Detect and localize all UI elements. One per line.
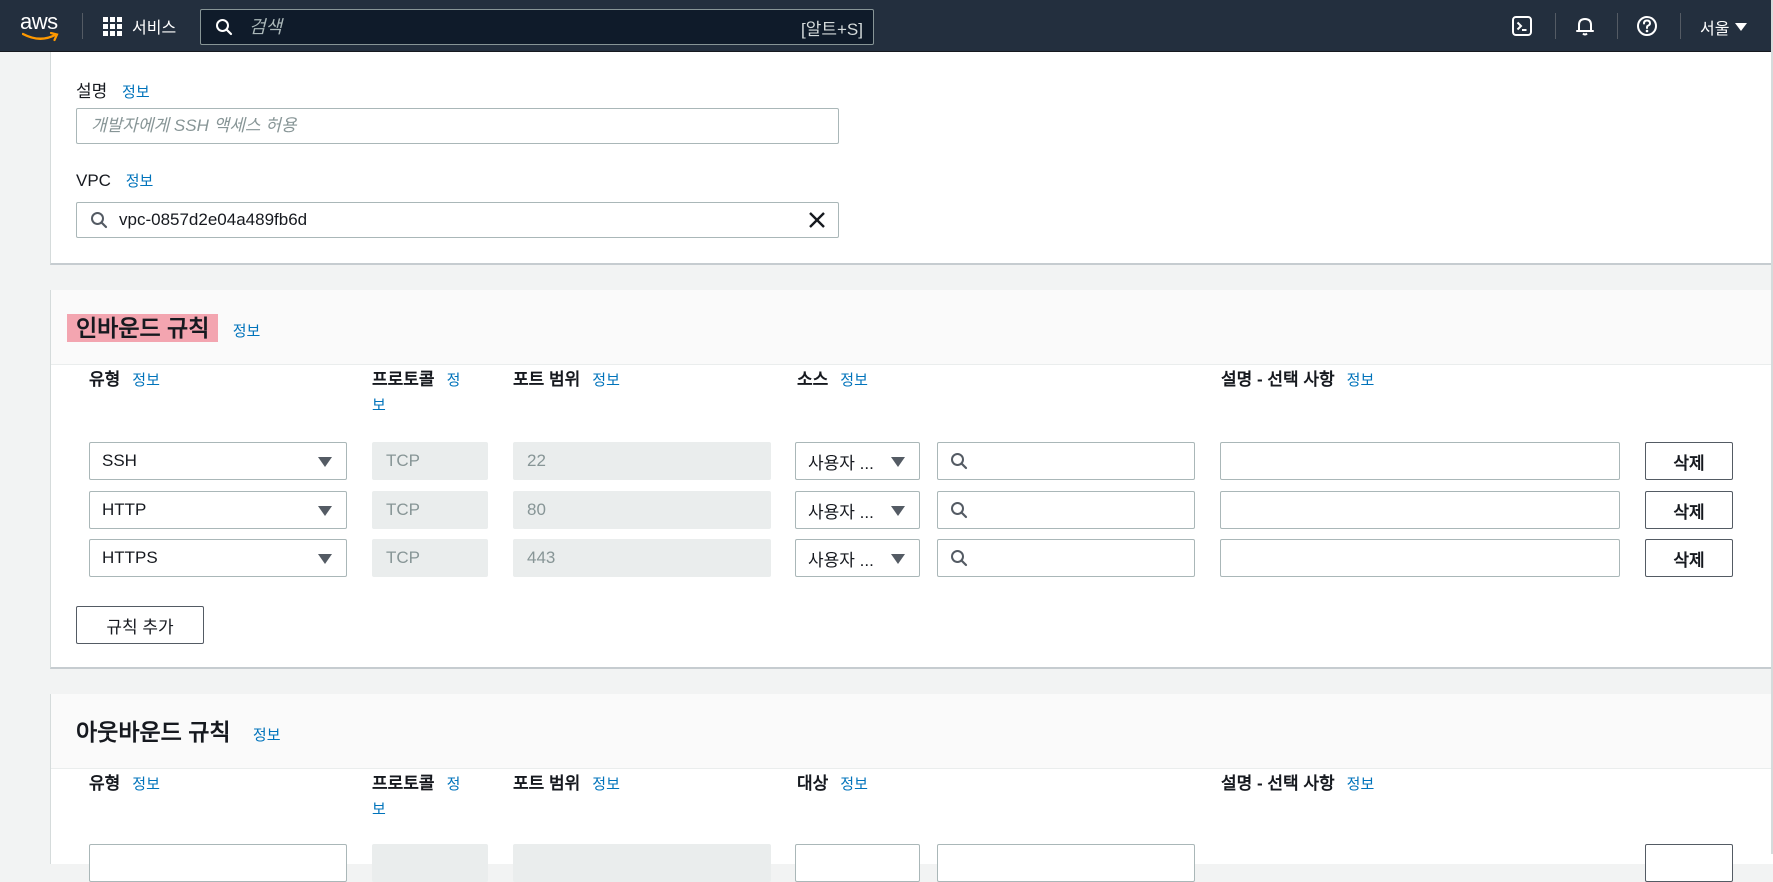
global-search-bar[interactable]: [알트+S]	[200, 9, 874, 45]
outbound-rules-title: 아웃바운드 규칙 정보	[76, 719, 281, 745]
rule-destination-type-select[interactable]	[795, 844, 920, 882]
aws-smile-icon	[22, 32, 59, 42]
protocol-info-link-wrap[interactable]: 보	[372, 801, 386, 818]
search-icon	[950, 501, 968, 519]
caret-down-icon	[318, 457, 332, 467]
notifications-bell-icon[interactable]	[1573, 14, 1597, 38]
delete-rule-button[interactable]: 삭제	[1645, 442, 1733, 480]
column-header-source: 소스 정보	[797, 370, 868, 389]
inbound-rules-title: 인바운드 규칙 정보	[67, 309, 260, 343]
source-info-link[interactable]: 정보	[840, 372, 868, 389]
region-label: 서울	[1700, 21, 1730, 38]
delete-rule-button[interactable]	[1645, 844, 1733, 882]
inbound-rules-info-link[interactable]: 정보	[233, 323, 261, 340]
outbound-rules-panel: 아웃바운드 규칙 정보 유형 정보 프로토콜 정 보 포트 범위 정보 대상 정보 설명…	[50, 694, 1773, 882]
description-info-link[interactable]: 정보	[122, 84, 150, 101]
region-selector[interactable]: 서울	[1700, 15, 1748, 39]
caret-down-icon	[891, 554, 905, 564]
column-header-destination: 대상 정보	[797, 774, 868, 793]
rule-port-range-field	[513, 844, 771, 882]
nav-divider	[1680, 13, 1681, 39]
inbound-rules-panel: 인바운드 규칙 정보 유형 정보 프로토콜 정 보 포트 범위 정보 소스 정보 설명 …	[50, 290, 1773, 669]
search-icon	[950, 549, 968, 567]
column-header-description: 설명 - 선택 사항 정보	[1221, 370, 1375, 389]
nav-divider	[1617, 13, 1618, 39]
rule-port-range-field: 80	[513, 491, 771, 529]
rule-type-select[interactable]: SSH	[89, 442, 347, 480]
protocol-info-link[interactable]: 정	[447, 776, 461, 793]
rule-source-search[interactable]	[937, 539, 1195, 577]
port-range-info-link[interactable]: 정보	[592, 776, 620, 793]
rule-type-select[interactable]	[89, 844, 347, 882]
search-shortcut-hint: [알트+S]	[801, 19, 863, 39]
rule-port-range-field: 22	[513, 442, 771, 480]
aws-logo-text: aws	[20, 9, 58, 34]
delete-rule-button[interactable]: 삭제	[1645, 491, 1733, 529]
top-navigation: aws 서비스 [알트+S] 서울	[0, 0, 1773, 52]
column-header-type: 유형 정보	[89, 370, 160, 389]
rule-source-type-select[interactable]: 사용자 ...	[795, 491, 920, 529]
nav-divider	[82, 13, 83, 39]
rule-port-range-field: 443	[513, 539, 771, 577]
destination-info-link[interactable]: 정보	[840, 776, 868, 793]
search-icon	[90, 211, 108, 229]
add-rule-button[interactable]: 규칙 추가	[76, 606, 204, 644]
rule-protocol-field	[372, 844, 488, 882]
rule-type-select[interactable]: HTTP	[89, 491, 347, 529]
nav-divider	[1555, 13, 1556, 39]
rule-description-input[interactable]	[1220, 491, 1620, 529]
inbound-rules-header	[51, 290, 1773, 365]
rule-source-type-select[interactable]: 사용자 ...	[795, 539, 920, 577]
column-header-port-range: 포트 범위 정보	[513, 774, 620, 793]
description-input[interactable]	[77, 109, 838, 143]
description-info-link[interactable]: 정보	[1347, 776, 1375, 793]
column-header-type: 유형 정보	[89, 774, 160, 793]
description-info-link[interactable]: 정보	[1347, 372, 1375, 389]
rule-source-search[interactable]	[937, 442, 1195, 480]
rule-description-input[interactable]	[1220, 442, 1620, 480]
rule-destination-search[interactable]	[937, 844, 1195, 882]
column-header-protocol: 프로토콜 정 보	[372, 774, 461, 818]
rule-protocol-field: TCP	[372, 491, 488, 529]
protocol-info-link[interactable]: 정	[447, 372, 461, 389]
type-info-link[interactable]: 정보	[132, 372, 160, 389]
rule-protocol-field: TCP	[372, 539, 488, 577]
type-info-link[interactable]: 정보	[132, 776, 160, 793]
column-header-port-range: 포트 범위 정보	[513, 370, 620, 389]
vpc-input[interactable]	[108, 203, 808, 237]
rule-source-search[interactable]	[937, 491, 1195, 529]
search-icon	[215, 18, 233, 36]
caret-down-icon	[891, 457, 905, 467]
protocol-info-link-wrap[interactable]: 보	[372, 397, 386, 414]
vpc-autosuggest[interactable]	[76, 202, 839, 238]
vpc-info-link[interactable]: 정보	[126, 173, 154, 190]
outbound-rules-info-link[interactable]: 정보	[253, 727, 281, 744]
caret-down-icon	[1735, 23, 1748, 31]
vpc-field-label: VPC 정보	[76, 171, 154, 190]
rule-source-type-select[interactable]: 사용자 ...	[795, 442, 920, 480]
port-range-info-link[interactable]: 정보	[592, 372, 620, 389]
delete-rule-button[interactable]: 삭제	[1645, 539, 1733, 577]
services-menu-button[interactable]: 서비스	[103, 14, 176, 38]
clear-icon[interactable]	[808, 211, 826, 229]
caret-down-icon	[891, 506, 905, 516]
basic-details-panel: 설명 정보 VPC 정보	[50, 52, 1773, 265]
rule-protocol-field: TCP	[372, 442, 488, 480]
services-label: 서비스	[132, 20, 177, 37]
services-grid-icon	[103, 16, 122, 36]
description-field-label: 설명 정보	[76, 82, 150, 101]
cloudshell-icon[interactable]	[1510, 14, 1534, 38]
column-header-description: 설명 - 선택 사항 정보	[1221, 774, 1375, 793]
caret-down-icon	[318, 554, 332, 564]
outbound-rules-header	[51, 694, 1773, 769]
aws-logo[interactable]: aws	[20, 9, 62, 42]
rule-type-select[interactable]: HTTPS	[89, 539, 347, 577]
column-header-protocol: 프로토콜 정 보	[372, 370, 461, 414]
global-search-input[interactable]	[247, 15, 801, 39]
help-icon[interactable]	[1635, 14, 1659, 38]
description-field[interactable]	[76, 108, 839, 144]
caret-down-icon	[318, 506, 332, 516]
search-icon	[950, 452, 968, 470]
rule-description-input[interactable]	[1220, 539, 1620, 577]
